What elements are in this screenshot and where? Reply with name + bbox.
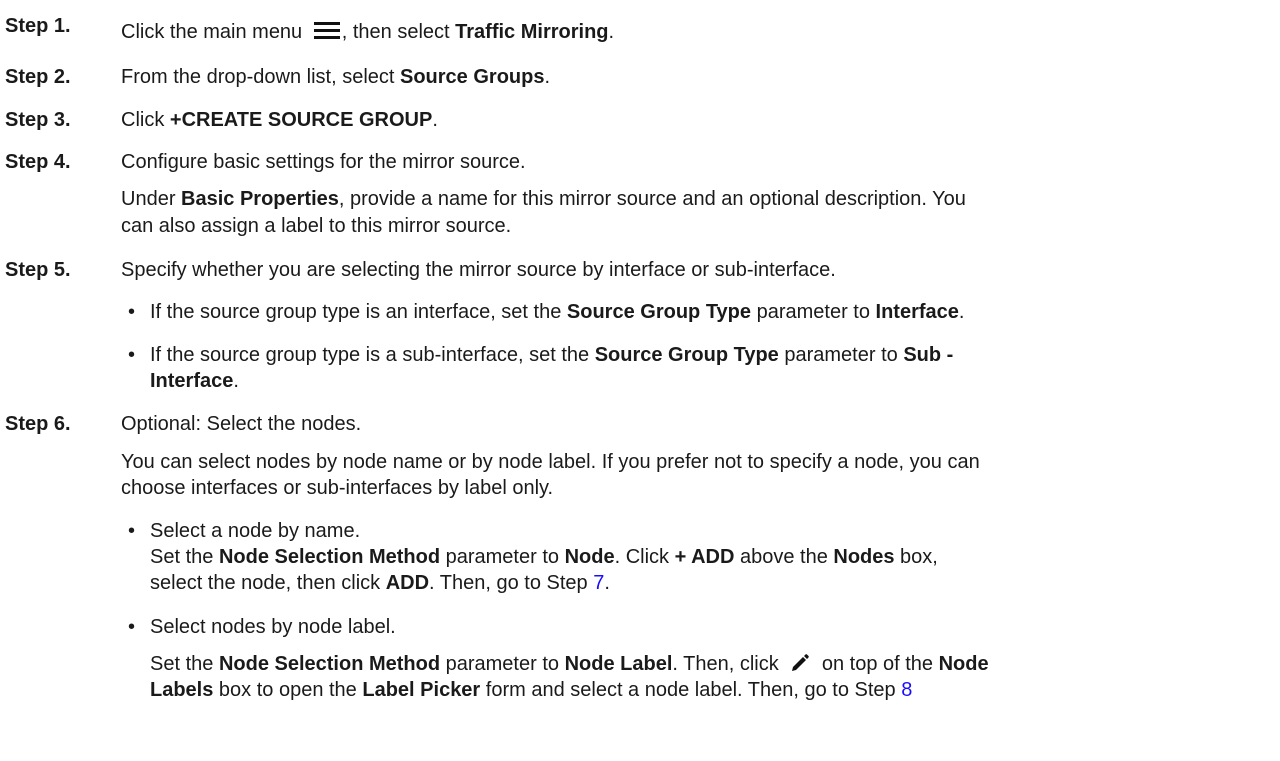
- step-8-link[interactable]: 8: [901, 679, 912, 701]
- list-item-continued: Set the Node Selection Method parameter …: [150, 546, 938, 568]
- step-text: Configure basic settings for the mirror …: [121, 151, 526, 173]
- list-item: If the source group type is a sub-interf…: [150, 344, 954, 366]
- step-label: Step 4.: [5, 151, 71, 173]
- list-item-continued: Labels box to open the Label Picker form…: [150, 679, 913, 701]
- list-item-continued: Interface.: [150, 370, 239, 392]
- bullet: •: [128, 344, 136, 366]
- list-item: If the source group type is an interface…: [150, 301, 965, 323]
- step-paragraph: can also assign a label to this mirror s…: [121, 215, 512, 237]
- step-label: Step 5.: [5, 259, 71, 281]
- list-item-continued: Set the Node Selection Method parameter …: [150, 653, 989, 675]
- bullet: •: [128, 301, 136, 323]
- step-paragraph: choose interfaces or sub-interfaces by l…: [121, 477, 554, 499]
- list-item-continued: select the node, then click ADD. Then, g…: [150, 572, 610, 594]
- step-text: Click the main menu , then select Traffi…: [121, 20, 615, 43]
- bullet: •: [128, 616, 136, 638]
- step-paragraph: Under Basic Properties, provide a name f…: [121, 188, 966, 210]
- pencil-icon: [790, 653, 810, 673]
- step-text: Optional: Select the nodes.: [121, 413, 362, 435]
- step-text: Click +CREATE SOURCE GROUP.: [121, 109, 438, 131]
- list-item: Select nodes by node label.: [150, 616, 396, 638]
- step-text: From the drop-down list, select Source G…: [121, 66, 551, 88]
- step-paragraph: You can select nodes by node name or by …: [121, 451, 980, 473]
- step-label: Step 2.: [5, 66, 71, 88]
- step-text: Specify whether you are selecting the mi…: [121, 259, 836, 281]
- step-label: Step 1.: [5, 15, 71, 37]
- procedure-document: Step 1. Click the main menu , then selec…: [0, 0, 1280, 761]
- menu-icon: [313, 20, 340, 40]
- bullet: •: [128, 520, 136, 542]
- list-item: Select a node by name.: [150, 520, 361, 542]
- step-label: Step 3.: [5, 109, 71, 131]
- step-7-link[interactable]: 7: [593, 572, 604, 594]
- step-label: Step 6.: [5, 413, 71, 435]
